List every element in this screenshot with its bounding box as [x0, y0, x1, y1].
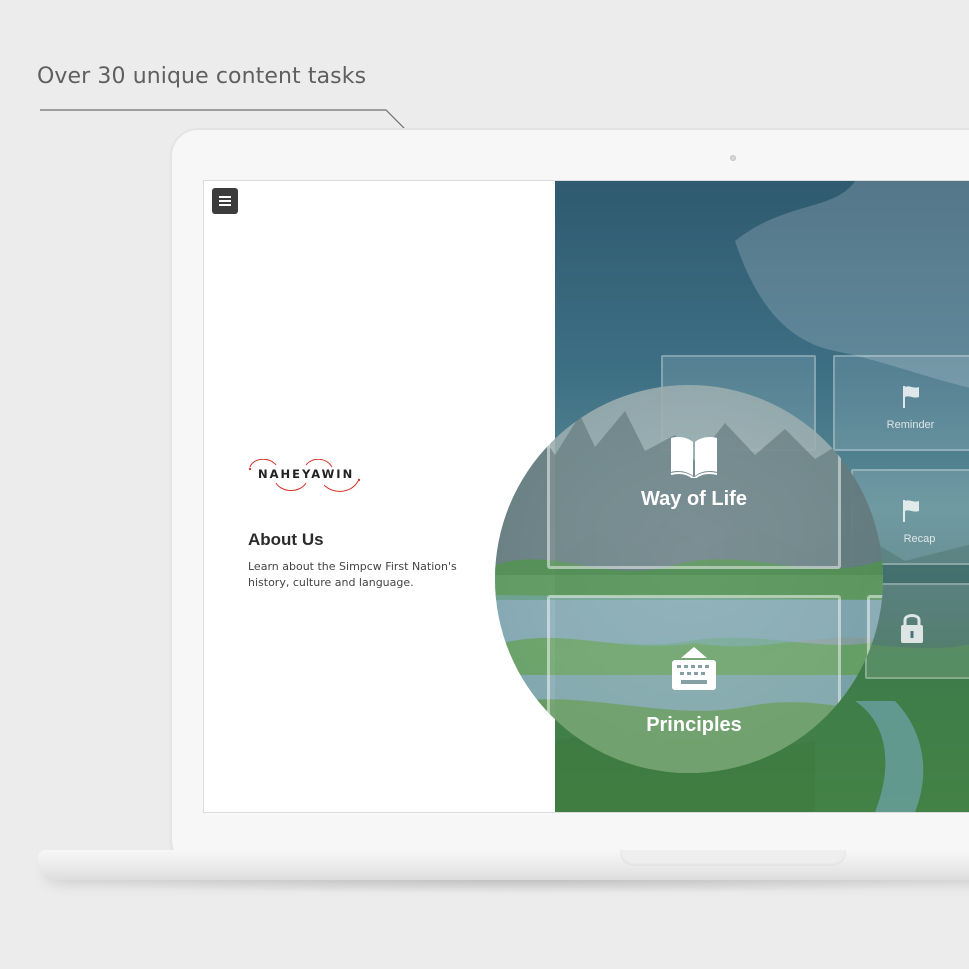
- tile-label-principles: Principles: [646, 714, 742, 736]
- laptop-shadow: [40, 880, 969, 894]
- about-description: Learn about the Simpcw First Nation's hi…: [248, 560, 457, 589]
- laptop-base-notch: [620, 850, 846, 866]
- laptop-camera: [730, 155, 736, 161]
- about-title: About Us: [248, 530, 324, 549]
- task-tile-edge-magnified[interactable]: [867, 595, 883, 773]
- hamburger-menu-icon: [219, 196, 231, 198]
- tile-label-way-of-life: Way of Life: [641, 488, 747, 510]
- brand-logo: NAHEYAWIN: [248, 459, 362, 493]
- brand-name: NAHEYAWIN: [258, 467, 355, 481]
- laptop-screen: NAHEYAWIN About Us Learn about the Simpc…: [203, 180, 969, 813]
- menu-button[interactable]: [212, 188, 238, 214]
- task-tile-principles-magnified[interactable]: Principles: [547, 595, 841, 773]
- callout-title: Over 30 unique content tasks: [37, 64, 367, 89]
- keyboard-icon: [672, 647, 716, 690]
- open-book-icon: [670, 437, 718, 478]
- flag-icon: [903, 386, 919, 408]
- padlock-icon: [901, 614, 923, 643]
- flag-icon: [903, 500, 919, 522]
- magnifier-callout: Way of Life Principles: [495, 385, 883, 773]
- task-tile-way-of-life-magnified[interactable]: Way of Life: [547, 385, 841, 569]
